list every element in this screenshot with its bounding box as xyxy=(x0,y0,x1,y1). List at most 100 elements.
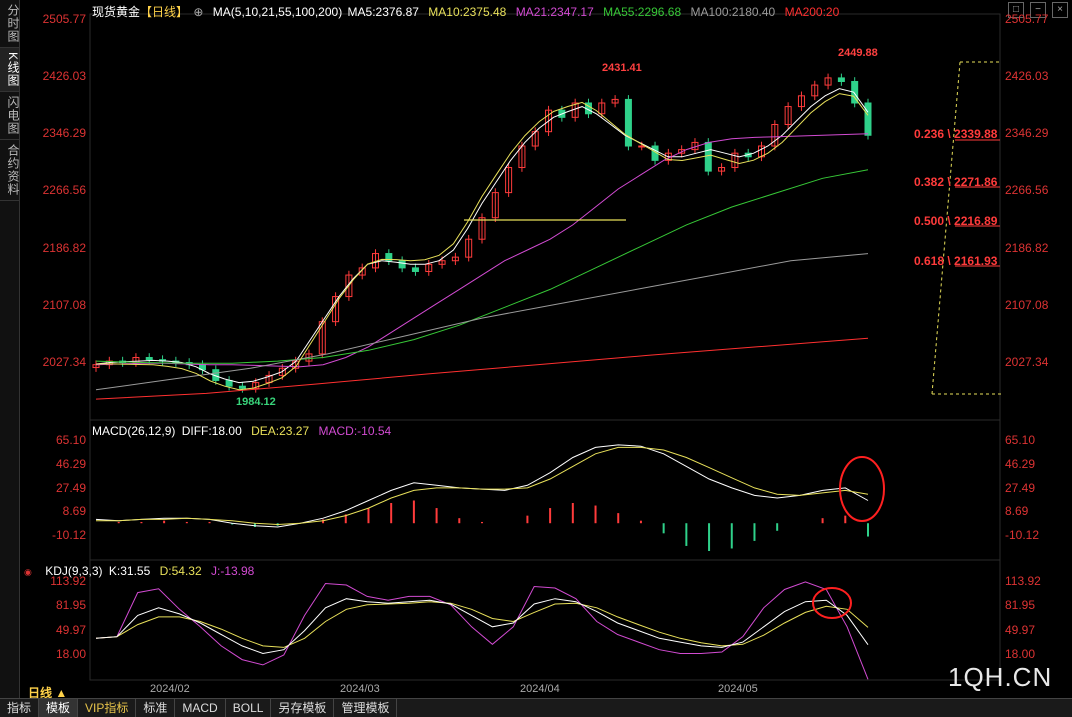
ma55-value: MA55:2296.68 xyxy=(603,5,682,19)
highlight-circle-kdj xyxy=(812,587,852,619)
j-line xyxy=(95,581,869,680)
candle-body xyxy=(638,145,646,148)
macd-tick: 27.49 xyxy=(1005,480,1036,495)
kdj-d: D:54.32 xyxy=(159,564,202,578)
kdj-tick: 49.97 xyxy=(1005,622,1036,637)
macd-tick: 8.69 xyxy=(62,504,86,519)
kdj-tick: 113.92 xyxy=(1005,574,1041,588)
peak-label-1: 2431.41 xyxy=(602,62,642,74)
main-legend: 现货黄金【日线】 ⊕ MA(5,10,21,55,100,200) MA5:23… xyxy=(92,3,845,20)
settings-icon[interactable]: ⊕ xyxy=(193,5,203,19)
kdj-tick: 49.97 xyxy=(55,622,86,637)
fib-level-0382: 0.382 \ 2271.86 xyxy=(914,175,998,189)
close-icon[interactable]: × xyxy=(1052,2,1068,18)
ma200-line xyxy=(95,337,869,400)
ma55-line xyxy=(95,169,869,364)
peak-label-2: 2449.88 xyxy=(838,47,878,59)
macd-header: MACD(26,12,9) xyxy=(92,424,176,438)
price-tick-left: 2107.08 xyxy=(42,297,86,312)
candle-body xyxy=(624,98,632,147)
macd-tick: 65.10 xyxy=(55,433,86,447)
kdj-tick: 18.00 xyxy=(1005,647,1036,661)
fib-price: 2271.86 xyxy=(954,175,998,189)
tab-macd[interactable]: MACD xyxy=(175,699,226,717)
fib-trendline xyxy=(931,61,961,395)
tab-template[interactable]: 模板 xyxy=(39,699,79,717)
macd-tick: 8.69 xyxy=(1005,504,1029,519)
price-tick-left: 2346.29 xyxy=(42,126,86,141)
candle-body xyxy=(864,102,872,136)
tab-save-template[interactable]: 另存模板 xyxy=(271,699,335,717)
macd-panel-frame xyxy=(89,419,1001,561)
price-tick-left: 2186.82 xyxy=(42,240,86,255)
low-label: 1984.12 xyxy=(236,396,276,408)
period-tag: 【日线】 xyxy=(140,5,189,19)
ma10-value: MA10:2375.48 xyxy=(428,5,507,19)
kdj-tick: 113.92 xyxy=(50,574,86,588)
ma200-value: MA200:20 xyxy=(784,5,840,19)
fib-ratio: 0.382 xyxy=(914,175,945,189)
candle-body xyxy=(398,260,406,269)
candle-body xyxy=(837,77,845,82)
candle-body xyxy=(238,385,246,389)
tab-vip-indicator[interactable]: VIP指标 xyxy=(78,699,137,717)
price-tick-right: 2186.82 xyxy=(1005,240,1049,255)
price-tick-right: 2426.03 xyxy=(1005,69,1049,84)
price-tick-left: 2027.34 xyxy=(42,355,86,369)
main-panel-frame xyxy=(89,13,1001,421)
fib-price: 2161.93 xyxy=(954,254,998,268)
price-tick-right: 2505.77 xyxy=(1005,12,1049,26)
tab-manage-template[interactable]: 管理模板 xyxy=(334,699,398,717)
fib-level-0500: 0.500 \ 2216.89 xyxy=(914,214,998,228)
kdj-j: J:-13.98 xyxy=(211,564,255,578)
macd-tick: -10.12 xyxy=(51,528,86,542)
price-tick-right: 2107.08 xyxy=(1005,297,1049,312)
bottom-toolbar: 指标 模板 VIP指标 标准 MACD BOLL 另存模板 管理模板 xyxy=(0,698,1072,717)
ma21-line xyxy=(95,133,869,368)
macd-tick: 46.29 xyxy=(1005,456,1036,471)
price-tick-left: 2426.03 xyxy=(42,69,86,84)
kdj-tick: 81.95 xyxy=(55,598,86,613)
tab-boll[interactable]: BOLL xyxy=(226,699,272,717)
macd-dea: DEA:23.27 xyxy=(251,424,310,438)
ma21-value: MA21:2347.17 xyxy=(515,5,594,19)
price-tick-left: 2266.56 xyxy=(42,183,86,198)
ma100-value: MA100:2180.40 xyxy=(690,5,776,19)
macd-diff: DIFF:18.00 xyxy=(181,424,242,438)
macd-tick: 65.10 xyxy=(1005,433,1036,447)
candle-body xyxy=(225,379,233,387)
fib-ratio: 0.500 xyxy=(914,214,945,228)
macd-macd: MACD:-10.54 xyxy=(318,424,392,438)
kdj-tick: 18.00 xyxy=(55,647,86,661)
fib-ratio: 0.618 xyxy=(914,254,945,268)
date-tick-mar: 2024/03 xyxy=(340,683,380,695)
kdj-tick: 81.95 xyxy=(1005,598,1036,613)
candle-body xyxy=(145,357,153,361)
fib-price: 2216.89 xyxy=(954,214,998,228)
date-tick-may: 2024/05 xyxy=(718,683,758,695)
date-tick-feb: 2024/02 xyxy=(150,683,190,695)
ma-header: MA(5,10,21,55,100,200) xyxy=(212,5,343,19)
diff-line xyxy=(95,444,869,528)
kdj-k: K:31.55 xyxy=(108,564,151,578)
date-tick-apr: 2024/04 xyxy=(520,683,560,695)
ma5-value: MA5:2376.87 xyxy=(347,5,419,19)
price-tick-right: 2346.29 xyxy=(1005,126,1049,141)
chart-canvas[interactable] xyxy=(0,0,1072,698)
price-tick-left: 2505.77 xyxy=(42,12,86,26)
price-tick-right: 2266.56 xyxy=(1005,183,1049,198)
fib-ratio: 0.236 xyxy=(914,127,945,141)
tab-standard[interactable]: 标准 xyxy=(136,699,176,717)
price-tick-right: 2027.34 xyxy=(1005,355,1049,369)
kdj-panel-frame xyxy=(89,559,1001,681)
macd-tick: 27.49 xyxy=(55,480,86,495)
dea-line xyxy=(96,446,869,526)
fib-price: 2339.88 xyxy=(954,127,998,141)
fib-level-0236: 0.236 \ 2339.88 xyxy=(914,127,998,141)
tab-indicator[interactable]: 指标 xyxy=(0,699,40,717)
macd-legend: MACD(26,12,9) DIFF:18.00 DEA:23.27 MACD:… xyxy=(92,424,397,438)
watermark: 1QH.CN xyxy=(948,662,1053,692)
candle-body xyxy=(411,267,419,272)
macd-tick: 46.29 xyxy=(55,456,86,471)
macd-tick: -10.12 xyxy=(1005,528,1040,542)
